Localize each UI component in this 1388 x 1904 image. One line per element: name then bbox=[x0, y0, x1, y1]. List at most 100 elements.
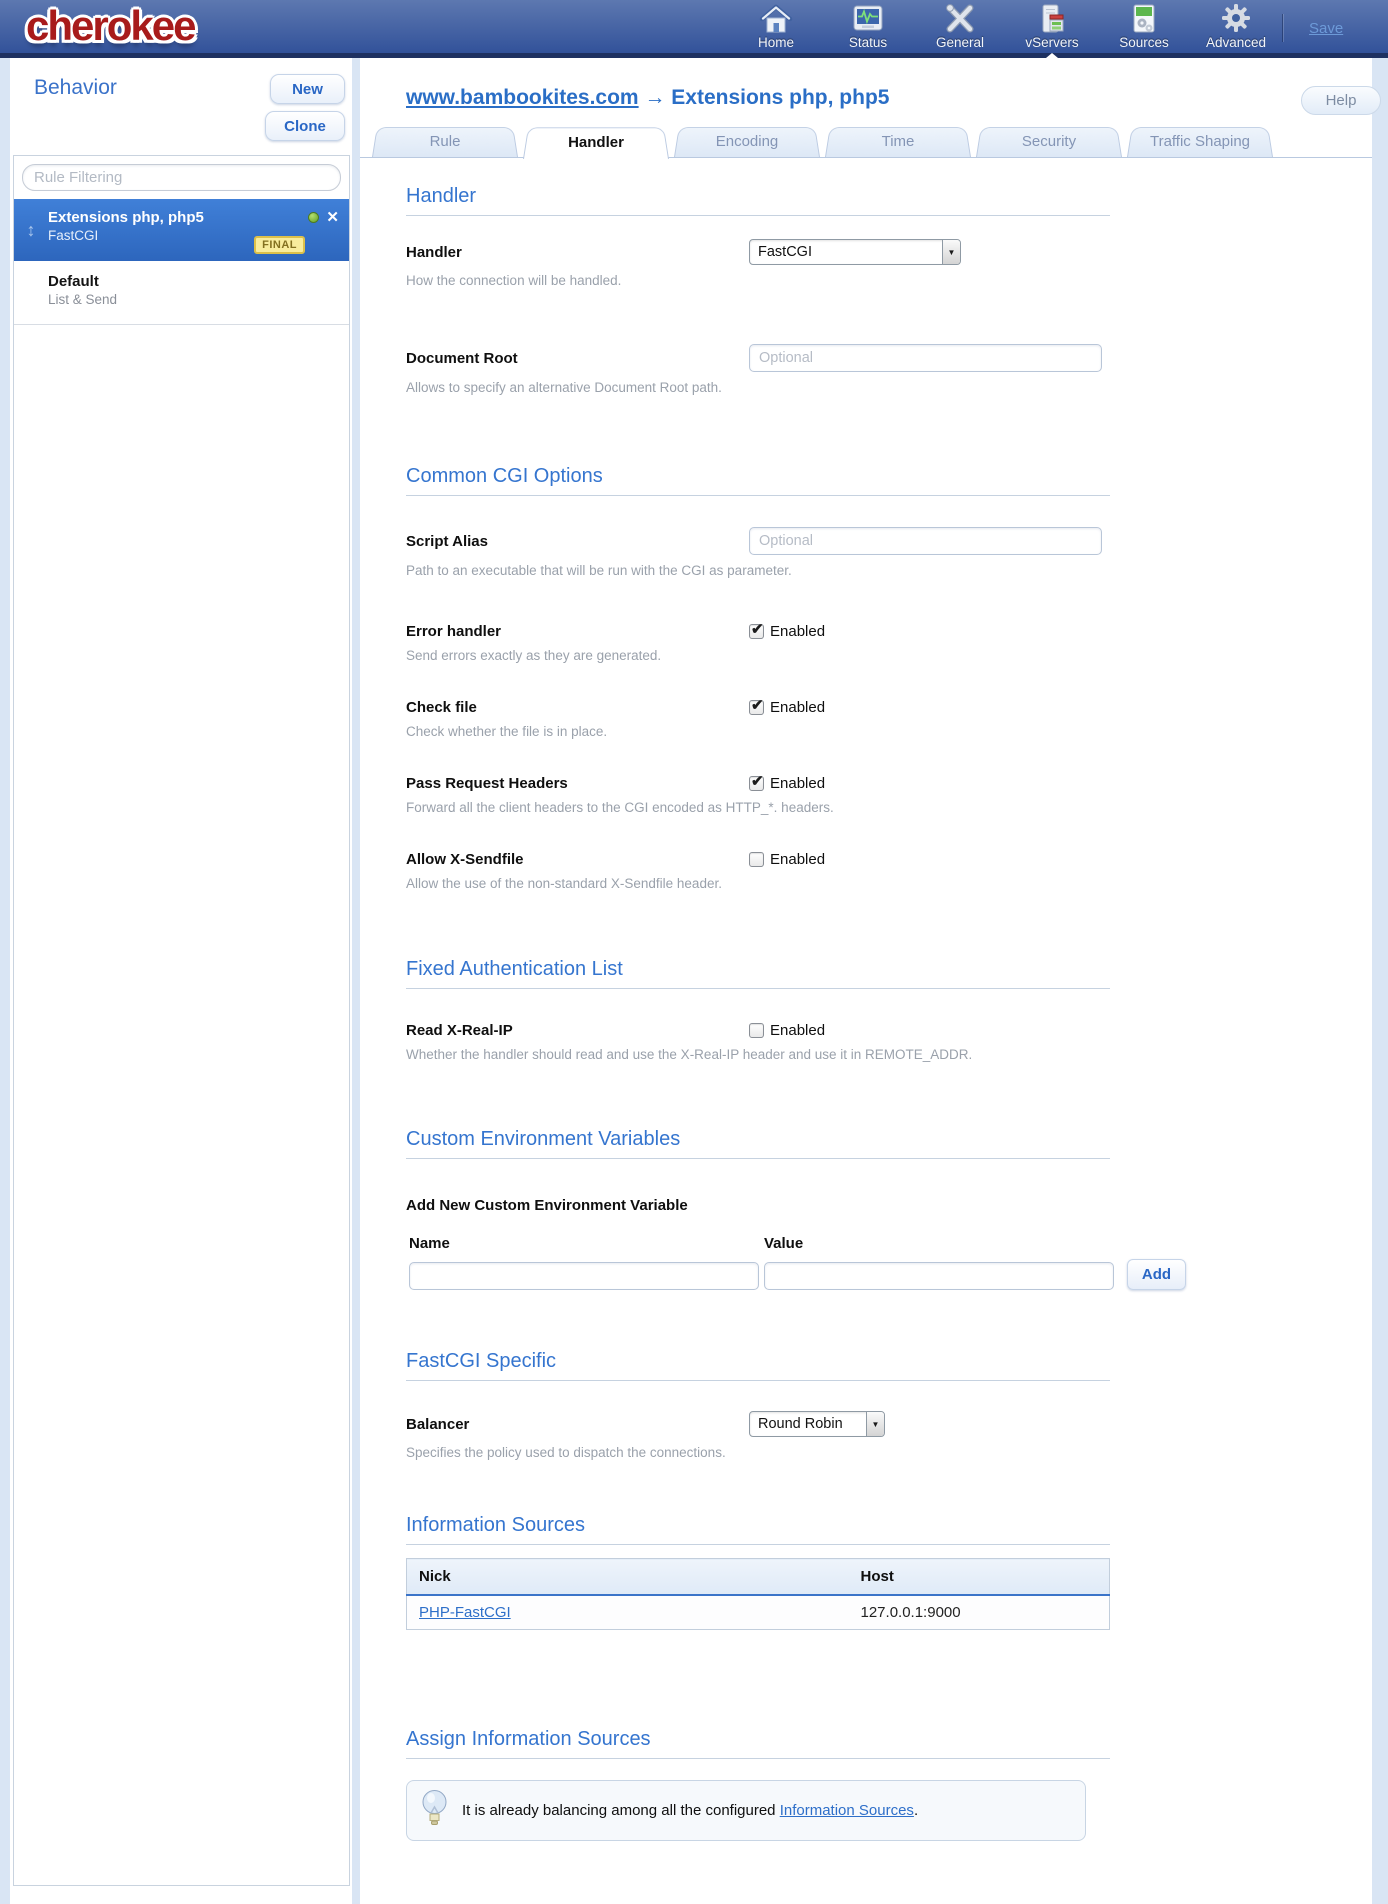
document-root-input[interactable] bbox=[749, 344, 1102, 372]
nav-item-sources[interactable]: Sources bbox=[1098, 4, 1190, 53]
section-title-fixed-auth: Fixed Authentication List bbox=[406, 958, 1372, 981]
rule-subtitle: List & Send bbox=[14, 290, 349, 307]
section-divider bbox=[406, 1758, 1110, 1759]
check-file-checkbox[interactable] bbox=[749, 700, 764, 715]
nav-label: vServers bbox=[1025, 35, 1078, 50]
field-description: Specifies the policy used to dispatch th… bbox=[406, 1445, 1110, 1460]
section-title-assign-sources: Assign Information Sources bbox=[406, 1728, 1372, 1751]
field-label: Allow X-Sendfile bbox=[406, 851, 749, 868]
tab-traffic-shaping[interactable]: Traffic Shaping bbox=[1127, 125, 1273, 157]
field-description: Check whether the file is in place. bbox=[406, 724, 1110, 739]
field-description: Whether the handler should read and use … bbox=[406, 1047, 1110, 1062]
nav-label: Advanced bbox=[1206, 35, 1266, 50]
main-content-panel: www.bambookites.com → Extensions php, ph… bbox=[360, 58, 1372, 1904]
pass-request-headers-checkbox[interactable] bbox=[749, 776, 764, 791]
nav-item-general[interactable]: General bbox=[914, 4, 1006, 53]
status-icon bbox=[851, 3, 885, 35]
chevron-down-icon: ▼ bbox=[866, 1412, 884, 1436]
field-script-alias: Script Alias Path to an executable that … bbox=[406, 527, 1110, 578]
sidebar-title: Behavior bbox=[34, 76, 117, 100]
add-env-var-form: Name Value Add bbox=[409, 1235, 1372, 1290]
nav-item-status[interactable]: Status bbox=[822, 4, 914, 53]
section-title-information-sources: Information Sources bbox=[406, 1514, 1372, 1537]
handler-select[interactable]: FastCGI ▼ bbox=[749, 239, 961, 265]
section-divider bbox=[406, 215, 1110, 216]
balancing-info-note: It is already balancing among all the co… bbox=[406, 1780, 1086, 1841]
header-bottom-strip bbox=[0, 53, 1388, 58]
information-sources-table: Nick Host PHP-FastCGI 127.0.0.1:9000 bbox=[406, 1558, 1110, 1630]
information-sources-link[interactable]: Information Sources bbox=[780, 1802, 914, 1819]
home-icon bbox=[759, 3, 793, 35]
add-env-var-heading: Add New Custom Environment Variable bbox=[406, 1197, 1372, 1214]
vservers-icon bbox=[1035, 3, 1069, 35]
balancer-select[interactable]: Round Robin ▼ bbox=[749, 1411, 885, 1437]
section-divider bbox=[406, 1380, 1110, 1381]
section-title-custom-env: Custom Environment Variables bbox=[406, 1128, 1372, 1151]
vserver-link[interactable]: www.bambookites.com bbox=[406, 86, 639, 109]
add-env-var-button[interactable]: Add bbox=[1127, 1259, 1186, 1290]
field-error-handler: Error handler Enabled Send errors exactl… bbox=[406, 623, 1110, 663]
checkbox-label: Enabled bbox=[770, 699, 825, 716]
read-x-real-ip-checkbox[interactable] bbox=[749, 1023, 764, 1038]
tab-encoding[interactable]: Encoding bbox=[674, 125, 820, 157]
delete-rule-icon[interactable]: ✕ bbox=[326, 208, 339, 226]
allow-x-sendfile-checkbox[interactable] bbox=[749, 852, 764, 867]
breadcrumb-arrow: → bbox=[639, 86, 672, 109]
column-header-nick: Nick bbox=[407, 1559, 849, 1596]
env-var-value-input[interactable] bbox=[764, 1262, 1114, 1290]
help-button[interactable]: Help bbox=[1301, 86, 1381, 115]
header-divider bbox=[1282, 14, 1283, 42]
tab-security[interactable]: Security bbox=[976, 125, 1122, 157]
section-title-fastcgi-specific: FastCGI Specific bbox=[406, 1350, 1372, 1373]
field-description: Path to an executable that will be run w… bbox=[406, 563, 1110, 578]
checkbox-label: Enabled bbox=[770, 1022, 825, 1039]
rule-filter-input[interactable] bbox=[22, 164, 341, 191]
error-handler-checkbox[interactable] bbox=[749, 624, 764, 639]
value-column-label: Value bbox=[764, 1235, 1114, 1252]
table-row: PHP-FastCGI 127.0.0.1:9000 bbox=[407, 1595, 1110, 1630]
source-host-value: 127.0.0.1:9000 bbox=[849, 1595, 1110, 1630]
rule-enabled-indicator bbox=[308, 212, 319, 223]
section-divider bbox=[406, 1158, 1110, 1159]
tab-handler[interactable]: Handler bbox=[523, 125, 669, 159]
drag-handle-icon[interactable]: ↕ bbox=[14, 199, 48, 261]
section-divider bbox=[406, 1544, 1110, 1545]
rule-title: Default bbox=[14, 261, 349, 290]
field-description: How the connection will be handled. bbox=[406, 273, 1110, 288]
rule-item-extensions-php[interactable]: ↕ Extensions php, php5 FastCGI ✕ FINAL bbox=[14, 199, 349, 261]
field-label: Script Alias bbox=[406, 533, 749, 550]
section-title-common-cgi: Common CGI Options bbox=[406, 465, 1372, 488]
new-rule-button[interactable]: New bbox=[270, 74, 345, 104]
source-nick-link[interactable]: PHP-FastCGI bbox=[419, 1604, 511, 1621]
nav-item-home[interactable]: Home bbox=[730, 4, 822, 53]
field-label: Read X-Real-IP bbox=[406, 1022, 749, 1039]
tab-time[interactable]: Time bbox=[825, 125, 971, 157]
rule-tabs: Rule Handler Encoding Time Security Traf… bbox=[372, 125, 1278, 159]
nav-item-advanced[interactable]: Advanced bbox=[1190, 4, 1282, 53]
lightbulb-icon bbox=[421, 1788, 448, 1833]
field-label: Check file bbox=[406, 699, 749, 716]
final-badge: FINAL bbox=[254, 236, 305, 254]
env-var-name-input[interactable] bbox=[409, 1262, 759, 1290]
sources-icon bbox=[1127, 3, 1161, 35]
cherokee-admin-page: cherokee Home Sta bbox=[0, 0, 1388, 1904]
field-handler: Handler FastCGI ▼ How the connection wil… bbox=[406, 239, 1110, 288]
nav-item-vservers[interactable]: vServers bbox=[1006, 4, 1098, 53]
rule-item-default[interactable]: Default List & Send bbox=[14, 261, 349, 325]
tab-rule[interactable]: Rule bbox=[372, 125, 518, 157]
breadcrumb-rule: Extensions php, php5 bbox=[671, 86, 889, 109]
script-alias-input[interactable] bbox=[749, 527, 1102, 555]
tools-icon bbox=[943, 3, 977, 35]
nav-label: Status bbox=[849, 35, 887, 50]
field-allow-x-sendfile: Allow X-Sendfile Enabled Allow the use o… bbox=[406, 851, 1110, 891]
field-check-file: Check file Enabled Check whether the fil… bbox=[406, 699, 1110, 739]
cherokee-logo: cherokee bbox=[26, 2, 194, 50]
section-title-handler: Handler bbox=[406, 185, 1372, 208]
behavior-sidebar: Behavior New Clone ↕ Extensions php, php… bbox=[10, 58, 352, 1904]
field-description: Allow the use of the non-standard X-Send… bbox=[406, 876, 1110, 891]
clone-rule-button[interactable]: Clone bbox=[265, 111, 345, 141]
field-balancer: Balancer Round Robin ▼ Specifies the pol… bbox=[406, 1411, 1110, 1460]
save-area: Save bbox=[1282, 14, 1343, 42]
breadcrumb: www.bambookites.com → Extensions php, ph… bbox=[406, 86, 889, 110]
save-button[interactable]: Save bbox=[1309, 20, 1343, 37]
